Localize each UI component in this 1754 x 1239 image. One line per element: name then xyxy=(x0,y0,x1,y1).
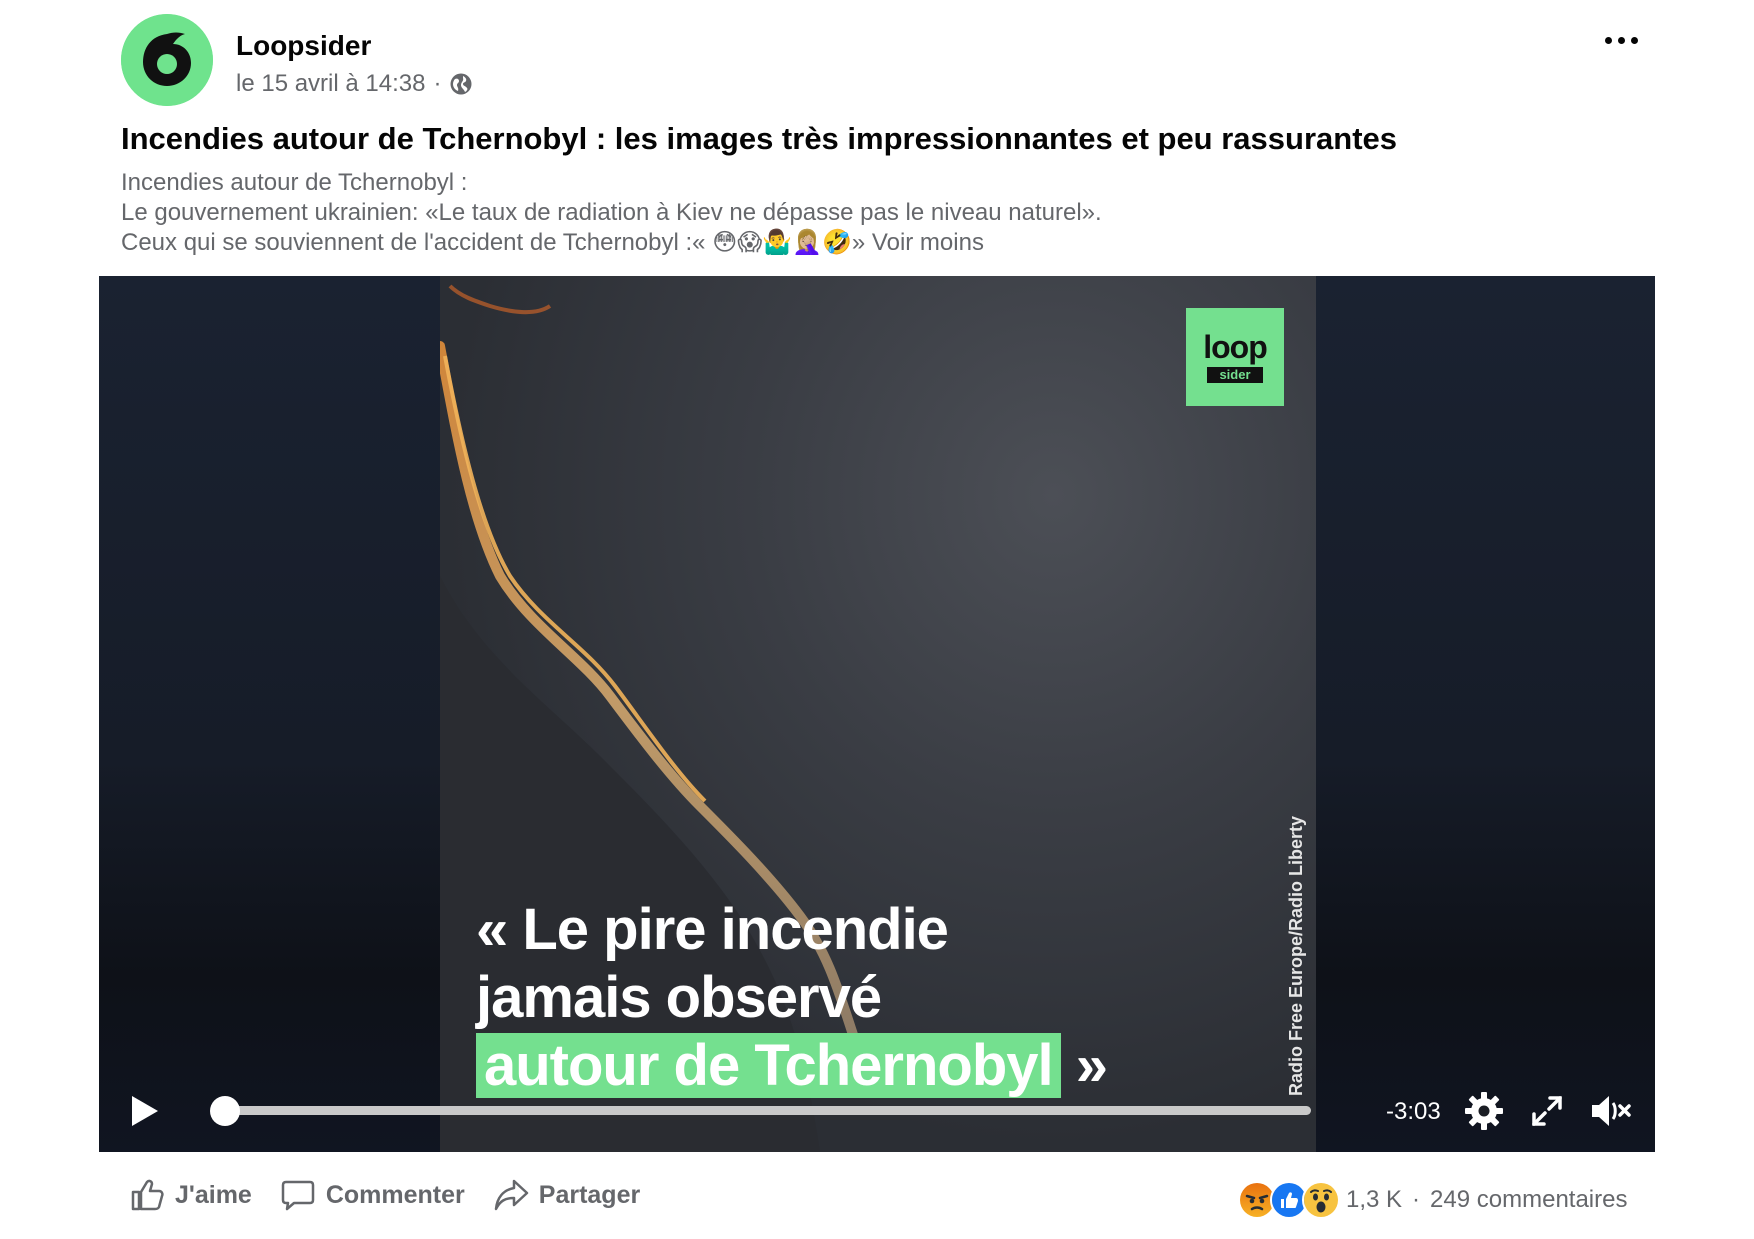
description-line: Incendies autour de Tchernobyl : xyxy=(121,169,468,196)
comments-count[interactable]: 249 commentaires xyxy=(1430,1186,1627,1214)
share-label: Partager xyxy=(538,1180,641,1209)
comment-label: Commenter xyxy=(325,1180,465,1209)
share-button[interactable]: Partager xyxy=(493,1177,640,1213)
like-button[interactable]: J'aime xyxy=(129,1177,252,1213)
share-arrow-icon xyxy=(494,1179,529,1211)
post-description: Incendies autour de Tchernobyl : Le gouv… xyxy=(121,168,1102,258)
video-player[interactable]: loop sider Radio Free Europe/Radio Liber… xyxy=(99,276,1655,1152)
description-line: Le gouvernement ukrainien: «Le taux de r… xyxy=(121,199,1102,226)
description-line: Ceux qui se souviennent de l'accident de… xyxy=(121,229,984,256)
muted-speaker-icon[interactable] xyxy=(1590,1093,1632,1129)
globe-icon xyxy=(450,73,472,95)
progress-scrubber[interactable] xyxy=(210,1096,240,1126)
reactions-summary: 1,3 K · 249 commentaires xyxy=(1238,1181,1627,1219)
progress-bar[interactable] xyxy=(224,1106,1311,1115)
post-date[interactable]: le 15 avril à 14:38 xyxy=(236,70,425,98)
reactions-count[interactable]: 1,3 K xyxy=(1346,1186,1402,1214)
comment-bubble-icon xyxy=(281,1180,315,1211)
video-caption: « Le pire incendie jamais observé autour… xyxy=(476,897,1108,1098)
loopsider-logo-icon xyxy=(121,14,213,106)
post-actions: J'aime Commenter Partager xyxy=(129,1177,668,1213)
like-label: J'aime xyxy=(175,1180,252,1209)
facebook-post: Loopsider le 15 avril à 14:38 · Incendie… xyxy=(0,0,1754,1239)
meta-separator: · xyxy=(433,70,442,97)
video-frame: loop sider Radio Free Europe/Radio Liber… xyxy=(440,276,1316,1152)
more-options-icon[interactable] xyxy=(1596,22,1646,58)
page-avatar[interactable] xyxy=(121,14,213,106)
comment-button[interactable]: Commenter xyxy=(280,1177,465,1213)
stats-separator: · xyxy=(1412,1186,1421,1213)
post-title: Incendies autour de Tchernobyl : les ima… xyxy=(121,121,1397,156)
thumbs-up-icon xyxy=(131,1179,164,1211)
fullscreen-icon[interactable] xyxy=(1530,1094,1564,1128)
gear-icon[interactable] xyxy=(1464,1091,1504,1131)
post-meta: le 15 avril à 14:38 · xyxy=(236,70,473,98)
video-credit: Radio Free Europe/Radio Liberty xyxy=(1286,815,1306,1096)
page-name[interactable]: Loopsider xyxy=(236,30,371,62)
time-remaining: -3:03 xyxy=(1386,1098,1441,1125)
loopsider-watermark-logo: loop sider xyxy=(1186,308,1284,406)
wow-icon[interactable] xyxy=(1302,1181,1340,1219)
see-less-link[interactable]: Voir moins xyxy=(872,229,984,256)
play-icon[interactable] xyxy=(128,1094,160,1128)
